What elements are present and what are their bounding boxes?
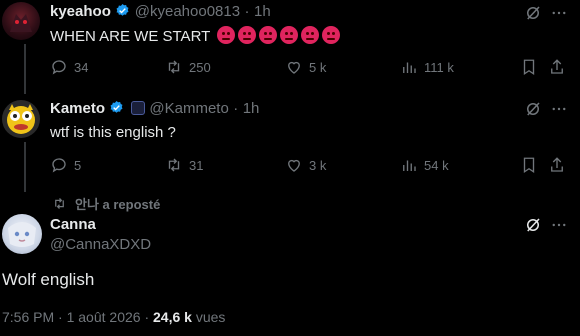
reply-count: 34	[74, 59, 89, 75]
separator: ·	[244, 3, 250, 20]
reply-button[interactable]: 34	[50, 58, 88, 76]
repost-label: 안나 a reposté	[75, 197, 161, 212]
views-count: 54 k	[424, 157, 449, 173]
tweet-date[interactable]: 1 août 2026	[67, 309, 141, 325]
handle[interactable]: @kyeahoo0813	[135, 3, 240, 20]
repost-indicator[interactable]: 안나 a reposté	[52, 194, 160, 213]
avatar[interactable]	[2, 100, 40, 138]
separator: ·	[58, 309, 63, 325]
like-button[interactable]: 3 k	[285, 156, 326, 174]
display-name[interactable]: Canna	[50, 216, 96, 233]
handle[interactable]: @CannaXDXD	[50, 236, 151, 253]
main-tweet-text: Wolf english	[2, 270, 95, 289]
affiliate-badge-icon	[130, 101, 145, 115]
timestamp[interactable]: 1h	[254, 3, 271, 20]
angry-face-icon	[322, 26, 341, 44]
verified-badge-icon	[116, 3, 129, 16]
verified-badge-icon	[111, 100, 123, 113]
grok-icon[interactable]	[524, 100, 542, 123]
angry-face-icon	[259, 26, 278, 44]
thread-line	[24, 44, 26, 94]
display-name[interactable]: kyeahoo	[50, 3, 111, 20]
more-icon[interactable]	[550, 216, 568, 239]
more-icon[interactable]	[550, 100, 568, 123]
retweet-button[interactable]: 31	[165, 156, 203, 174]
like-button[interactable]: 5 k	[285, 58, 326, 76]
separator: ·	[233, 100, 239, 117]
views-count: 111 k	[424, 59, 454, 75]
separator: ·	[144, 309, 150, 325]
views-button[interactable]: 54 k	[400, 156, 449, 174]
retweet-count: 31	[189, 157, 204, 173]
retweet-icon	[55, 198, 64, 209]
like-count: 5 k	[309, 59, 327, 75]
avatar[interactable]	[2, 2, 40, 40]
retweet-button[interactable]: 250	[165, 58, 211, 76]
tweet-time[interactable]: 7:56 PM	[2, 309, 54, 325]
views-total: 24,6 k	[153, 309, 192, 325]
thread-line	[24, 142, 26, 192]
avatar[interactable]	[2, 214, 42, 254]
grok-icon[interactable]	[524, 4, 542, 27]
grok-icon[interactable]	[524, 216, 542, 239]
bookmark-icon[interactable]	[520, 58, 538, 81]
views-button[interactable]: 111 k	[400, 58, 454, 76]
more-icon[interactable]	[550, 4, 568, 27]
bookmark-icon[interactable]	[520, 156, 538, 179]
display-name[interactable]: Kameto	[50, 100, 105, 117]
tweet-text: WHEN ARE WE START	[50, 28, 211, 45]
share-icon[interactable]	[548, 156, 566, 179]
angry-emoji-group	[214, 26, 341, 45]
handle[interactable]: @Kammeto	[149, 100, 228, 117]
tweet-meta: 7:56 PM · 1 août 2026 · 24,6 k vues	[2, 309, 225, 325]
reply-count: 5	[74, 157, 82, 173]
like-count: 3 k	[309, 157, 327, 173]
angry-face-icon	[301, 26, 320, 44]
angry-face-icon	[280, 26, 299, 44]
views-label: vues	[195, 309, 226, 325]
share-icon[interactable]	[548, 58, 566, 81]
retweet-count: 250	[189, 59, 211, 75]
angry-face-icon	[238, 26, 257, 44]
tweet-text: wtf is this english ?	[50, 124, 176, 141]
timestamp[interactable]: 1h	[243, 100, 260, 117]
reply-button[interactable]: 5	[50, 156, 81, 174]
angry-face-icon	[217, 26, 236, 44]
